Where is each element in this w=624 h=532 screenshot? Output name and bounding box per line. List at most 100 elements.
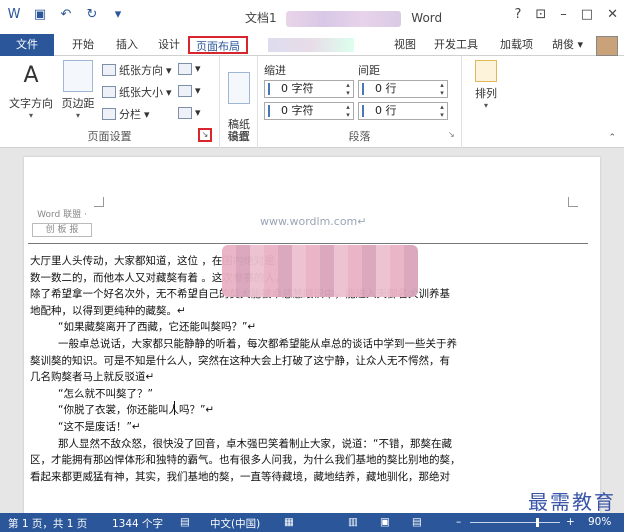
text-direction-label: 文字方向 xyxy=(9,97,53,110)
arrange-button[interactable]: 排列 ▾ xyxy=(470,60,502,110)
text-cursor xyxy=(174,401,175,415)
breaks-button[interactable]: ▾ xyxy=(178,62,201,75)
space-before-field[interactable]: 0 行 ▴ ▾ xyxy=(358,80,448,98)
word-count[interactable]: 1344 个字 xyxy=(112,516,163,531)
tab-blurred xyxy=(262,36,360,54)
maximize-button[interactable]: □ xyxy=(581,7,593,22)
arrange-label: 排列 xyxy=(475,87,497,100)
indent-left-value: 0 字符 xyxy=(281,82,314,95)
blurred-tabs-region xyxy=(268,38,354,52)
hyphenation-icon xyxy=(178,106,192,119)
paragraph-dialog-launcher-icon[interactable]: ↘ xyxy=(448,130,455,139)
spinner-arrows-icon[interactable]: ▴ ▾ xyxy=(343,81,353,97)
tab-addins[interactable]: 加载项 xyxy=(494,36,539,54)
read-mode-icon[interactable]: ▥ xyxy=(348,516,358,528)
tab-developer[interactable]: 开发工具 xyxy=(428,36,484,54)
header-divider xyxy=(28,243,588,244)
paragraph-group-label: 段落 xyxy=(348,130,371,143)
ribbon-display-button[interactable]: ⊡ xyxy=(535,7,546,22)
macro-record-icon[interactable]: ▦ xyxy=(284,516,294,528)
undo-icon[interactable]: ↶ xyxy=(58,6,74,22)
zoom-out-button[interactable]: – xyxy=(456,516,461,528)
line-numbers-icon xyxy=(178,84,192,97)
qat-more-icon[interactable]: ▾ xyxy=(110,6,126,22)
chevron-down-icon: ▾ xyxy=(75,111,80,120)
tab-insert[interactable]: 插入 xyxy=(110,36,144,54)
close-button[interactable]: ✕ xyxy=(607,7,618,22)
indent-left-field[interactable]: 0 字符 ▴ ▾ xyxy=(264,80,354,98)
group-paragraph: 缩进 间距 0 字符 ▴ ▾ 0 字符 ▴ ▾ 0 行 ▴ ▾ 0 行 ▴ ▾ 段落 ↘ xyxy=(258,56,462,148)
blurred-title-region xyxy=(286,10,402,27)
header-logo-line1: Word 联盟 · xyxy=(37,210,87,220)
redo-icon[interactable]: ↻ xyxy=(84,6,100,22)
tab-view[interactable]: 视图 xyxy=(388,36,422,54)
crop-mark xyxy=(94,197,104,207)
size-label: 纸张大小 xyxy=(119,86,163,99)
paragraph-line: 几名购獒者马上就反驳道↵ xyxy=(30,371,155,384)
zoom-slider[interactable] xyxy=(470,522,560,523)
margins-button[interactable]: 页边距 ▾ xyxy=(58,60,98,120)
spinner-arrows-icon[interactable]: ▴ ▾ xyxy=(437,81,447,97)
paragraph-line: 地配种，以得到更纯种的藏獒。↵ xyxy=(30,304,186,317)
spacing-label: 间距 xyxy=(358,64,380,77)
header-url: www.wordlm.com↵ xyxy=(260,215,367,228)
space-before-value: 0 行 xyxy=(375,82,397,95)
user-account[interactable]: 胡俊 ▾ xyxy=(546,36,589,54)
page-count[interactable]: 第 1 页，共 1 页 xyxy=(8,516,87,531)
paragraph-line: 那人显然不敌众怒，很快没了回音，卓木强巴笑着制止大家，说道：“不错，那獒在藏 xyxy=(58,437,452,450)
help-button[interactable]: ? xyxy=(514,7,521,22)
title-suffix: Word xyxy=(411,11,443,25)
hyphenation-button[interactable]: ▾ xyxy=(178,106,201,119)
group-arrange: 排列 ▾ xyxy=(462,56,508,148)
quick-access-toolbar: W ▣ ↶ ↻ ▾ xyxy=(6,6,126,22)
word-icon: W xyxy=(7,6,21,22)
space-after-value: 0 行 xyxy=(375,104,397,117)
space-after-field[interactable]: 0 行 ▴ ▾ xyxy=(358,102,448,120)
space-after-icon xyxy=(362,105,372,117)
tab-design[interactable]: 设计 xyxy=(152,36,186,54)
columns-icon xyxy=(102,108,116,120)
orientation-button[interactable]: 纸张方向 ▾ xyxy=(102,62,172,78)
tab-home[interactable]: 开始 xyxy=(66,36,100,54)
spinner-arrows-icon[interactable]: ▴ ▾ xyxy=(343,103,353,119)
indent-right-value: 0 字符 xyxy=(281,104,314,117)
ribbon-tabs: 文件 开始 插入 设计 页面布局 视图 开发工具 加载项 胡俊 ▾ xyxy=(0,34,624,56)
chevron-down-icon: ▾ xyxy=(144,107,150,121)
paragraph-line: 看起来都更威猛有神，其实，我们基地的獒，一直等待藏境，藏地结养，藏地驯化，那绝对 xyxy=(30,470,450,483)
tab-page-layout[interactable]: 页面布局 xyxy=(188,36,248,54)
blurred-text-region xyxy=(222,245,418,297)
paragraph-line: “如果藏獒离开了西藏，它还能叫獒吗？”↵ xyxy=(58,321,257,334)
web-layout-icon[interactable]: ▤ xyxy=(412,516,422,528)
draft-group-label: 稿纸 xyxy=(227,130,250,143)
minimize-button[interactable]: – xyxy=(560,7,567,22)
print-layout-icon[interactable]: ▣ xyxy=(380,516,390,528)
draft-paper-icon xyxy=(228,72,250,104)
columns-label: 分栏 xyxy=(119,108,141,121)
document-page[interactable]: Word 联盟 · 创 板 报 www.wordlm.com↵ 大厅里人头传动，… xyxy=(24,157,600,517)
tab-file[interactable]: 文件 xyxy=(0,34,54,56)
zoom-slider-handle[interactable] xyxy=(536,518,539,527)
indent-label: 缩进 xyxy=(264,64,286,77)
margins-label: 页边距 xyxy=(61,97,95,110)
zoom-level[interactable]: 90% xyxy=(588,516,611,528)
paragraph-line: 区，才能拥有那凶悍体形和独特的霸气。也有很多人问我，为什么我们基地的獒比别地的獒… xyxy=(30,454,461,467)
spinner-arrows-icon[interactable]: ▴ ▾ xyxy=(437,103,447,119)
proofing-icon[interactable]: ▤ xyxy=(180,516,190,528)
window-title: 文档1 Word xyxy=(245,9,442,27)
zoom-in-button[interactable]: + xyxy=(566,516,575,528)
collapse-ribbon-icon[interactable]: ⌃ xyxy=(608,133,616,143)
columns-button[interactable]: 分栏 ▾ xyxy=(102,106,150,122)
paragraph-line: 獒训獒的知识。可是不知是什么人，突然在这种大会上打破了这宁静，让众人无不愕然，有 xyxy=(30,354,450,367)
paragraph-line: 一般卓总说话，大家都只能静静的听着，每次都希望能从卓总的谈话中学到一些关于养 xyxy=(58,338,457,350)
avatar[interactable] xyxy=(596,36,618,56)
title-prefix: 文档1 xyxy=(245,11,277,25)
indent-right-field[interactable]: 0 字符 ▴ ▾ xyxy=(264,102,354,120)
header-logo: Word 联盟 · 创 板 报 xyxy=(32,209,92,237)
line-numbers-button[interactable]: ▾ xyxy=(178,84,201,97)
size-button[interactable]: 纸张大小 ▾ xyxy=(102,84,172,100)
language-status[interactable]: 中文(中国) xyxy=(210,516,260,531)
chevron-down-icon: ▾ xyxy=(195,84,201,97)
text-direction-button[interactable]: A 文字方向 ▾ xyxy=(8,60,54,120)
page-setup-dialog-launcher-icon[interactable]: ↘ xyxy=(198,128,212,142)
save-icon[interactable]: ▣ xyxy=(32,6,48,22)
